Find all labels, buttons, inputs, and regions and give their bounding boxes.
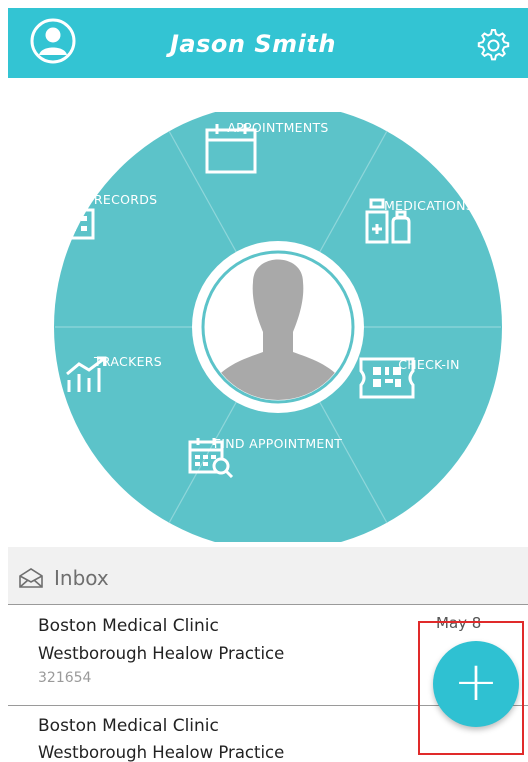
segment-medications[interactable]: MEDICATIONS (359, 198, 499, 244)
medication-bottles-icon (365, 198, 411, 244)
message-sender: Boston Medical Clinic (38, 616, 219, 636)
qr-code-icon (359, 357, 415, 399)
message-id: 321654 (38, 670, 92, 686)
message-sender: Boston Medical Clinic (38, 716, 219, 736)
message-practice: Westborough Healow Practice (38, 644, 285, 663)
hospital-icon (51, 192, 95, 240)
chart-trend-icon (66, 356, 107, 392)
user-avatar-icon[interactable] (30, 18, 76, 64)
highlight-box (418, 621, 524, 755)
feature-wheel: APPOINTMENTS MEDICATIONS CHECK-IN FIND A… (51, 112, 503, 542)
inbox-label: Inbox (54, 566, 109, 590)
segment-trackers[interactable]: TRACKERS (63, 354, 193, 392)
calendar-icon (205, 124, 257, 174)
divider (8, 604, 528, 605)
segment-find-appointment[interactable]: FIND APPOINTMENT (188, 436, 368, 478)
segment-appointments[interactable]: APPOINTMENTS (203, 120, 353, 174)
mail-icon (19, 568, 43, 588)
segment-my-records[interactable]: MY RECORDS (49, 192, 179, 240)
segment-check-in[interactable]: CHECK-IN (359, 357, 499, 399)
user-name: Jason Smith (170, 30, 336, 58)
gear-icon[interactable] (474, 26, 510, 62)
message-practice: Westborough Healow Practice (38, 743, 285, 762)
calendar-search-icon (188, 438, 234, 478)
